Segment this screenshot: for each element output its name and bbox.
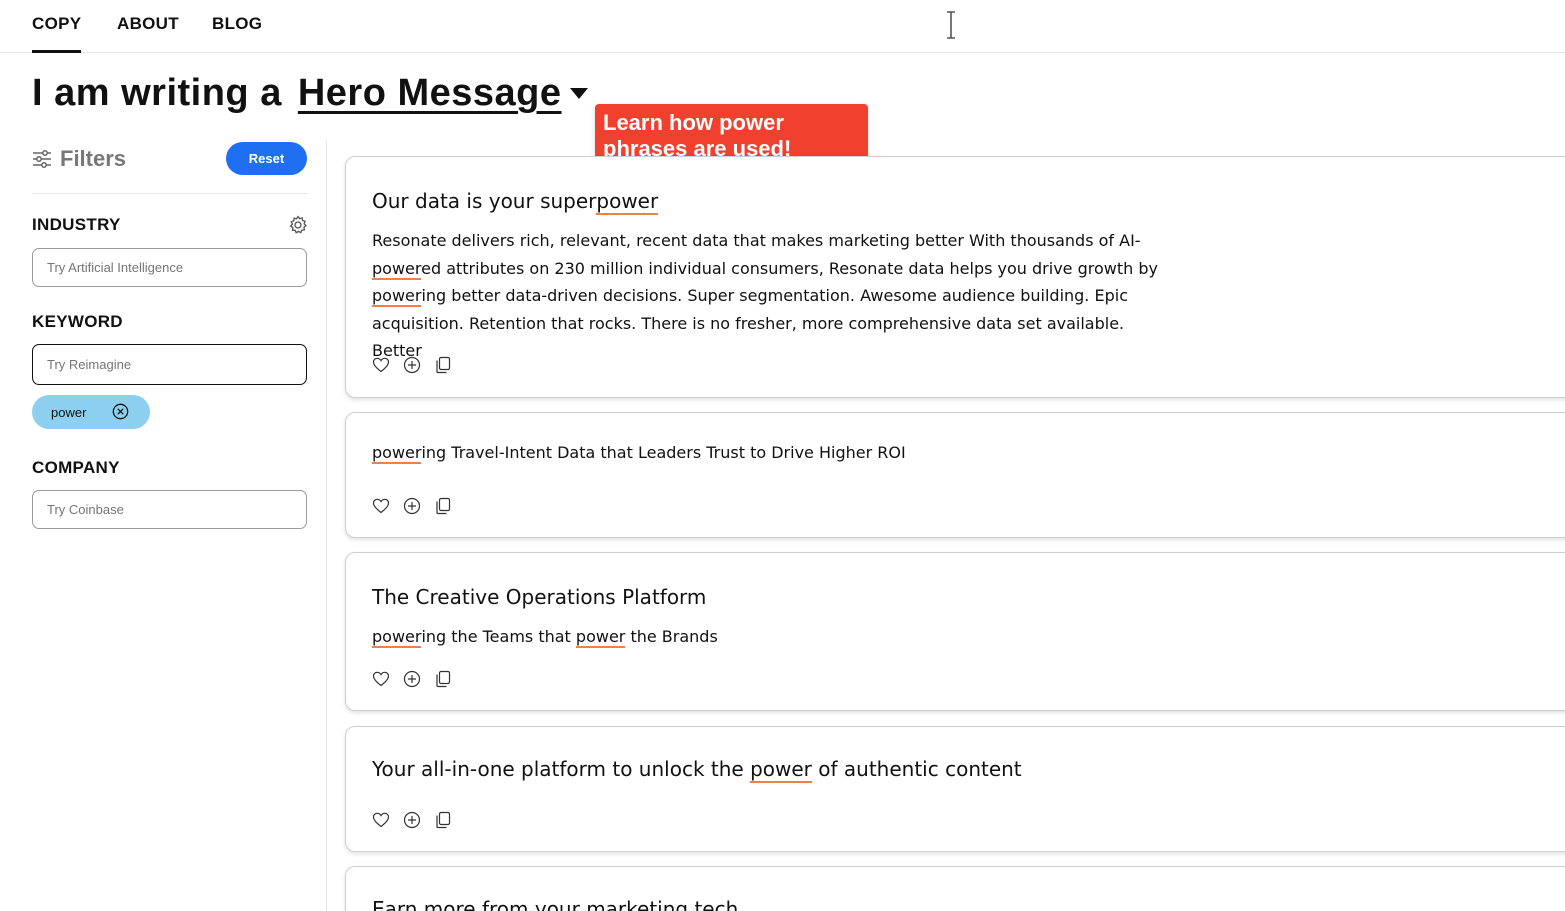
company-label: COMPANY [32, 458, 120, 477]
heart-icon[interactable] [372, 670, 390, 688]
card-body: Resonate delivers rich, relevant, recent… [372, 231, 1158, 360]
card-body: powering Travel-Intent Data that Leaders… [372, 443, 906, 464]
card-actions [372, 670, 452, 688]
reset-button[interactable]: Reset [226, 142, 307, 175]
text-cursor-icon [947, 11, 955, 39]
card-actions [372, 356, 452, 374]
sliders-icon [33, 150, 51, 168]
card-actions [372, 811, 452, 829]
copy-icon[interactable] [434, 497, 452, 515]
message-type-select[interactable]: Hero Message [298, 72, 562, 115]
plus-circle-icon[interactable] [403, 497, 421, 515]
copy-card[interactable]: Our data is your superpower Resonate del… [345, 156, 1565, 398]
company-input[interactable] [32, 490, 307, 529]
plus-circle-icon[interactable] [403, 356, 421, 374]
copy-card[interactable]: The Creative Operations Platform powerin… [345, 552, 1565, 711]
keyword-chip-label: power [51, 404, 87, 420]
nav-copy[interactable]: COPY [32, 14, 82, 53]
card-title: Earn more from your marketing tech [372, 897, 739, 911]
keyword-label: KEYWORD [32, 312, 123, 331]
page-heading: I am writing a Hero Message [32, 72, 588, 115]
heart-icon[interactable] [372, 811, 390, 829]
plus-circle-icon[interactable] [403, 670, 421, 688]
heading-prefix: I am writing a [32, 72, 282, 114]
keyword-highlight: power [372, 443, 422, 464]
card-actions [372, 497, 452, 515]
copy-card[interactable]: Earn more from your marketing tech [345, 866, 1565, 911]
filters-title: Filters [60, 146, 127, 171]
copy-card[interactable]: Your all-in-one platform to unlock the p… [345, 726, 1565, 852]
keyword-highlight: power [372, 258, 422, 280]
copy-icon[interactable] [434, 811, 452, 829]
filters-header: Filters Reset [32, 142, 307, 194]
top-nav: COPY ABOUT BLOG [0, 0, 1565, 53]
nav-about[interactable]: ABOUT [117, 14, 179, 53]
card-title: Our data is your superpower [372, 189, 659, 215]
card-title: The Creative Operations Platform [372, 585, 707, 609]
keyword-chip[interactable]: power [32, 395, 150, 429]
keyword-highlight: power [372, 627, 422, 648]
copy-icon[interactable] [434, 670, 452, 688]
close-circle-icon[interactable] [112, 403, 129, 420]
heart-icon[interactable] [372, 356, 390, 374]
plus-circle-icon[interactable] [403, 811, 421, 829]
card-body: powering the Teams that power the Brands [372, 627, 718, 648]
keyword-highlight: power [750, 757, 812, 783]
gear-icon[interactable] [288, 215, 308, 235]
nav-blog[interactable]: BLOG [212, 14, 262, 53]
keyword-highlight: power [372, 286, 422, 307]
keyword-highlight: power [575, 627, 626, 648]
keyword-highlight: power [596, 189, 659, 215]
card-title: Your all-in-one platform to unlock the p… [372, 757, 1022, 783]
copy-icon[interactable] [434, 356, 452, 374]
keyword-input[interactable] [32, 344, 307, 385]
heart-icon[interactable] [372, 497, 390, 515]
chevron-down-icon[interactable] [569, 88, 588, 99]
industry-input[interactable] [32, 248, 307, 287]
sidebar-divider [326, 140, 327, 911]
copy-card[interactable]: powering Travel-Intent Data that Leaders… [345, 412, 1565, 538]
industry-label: INDUSTRY [32, 215, 121, 234]
